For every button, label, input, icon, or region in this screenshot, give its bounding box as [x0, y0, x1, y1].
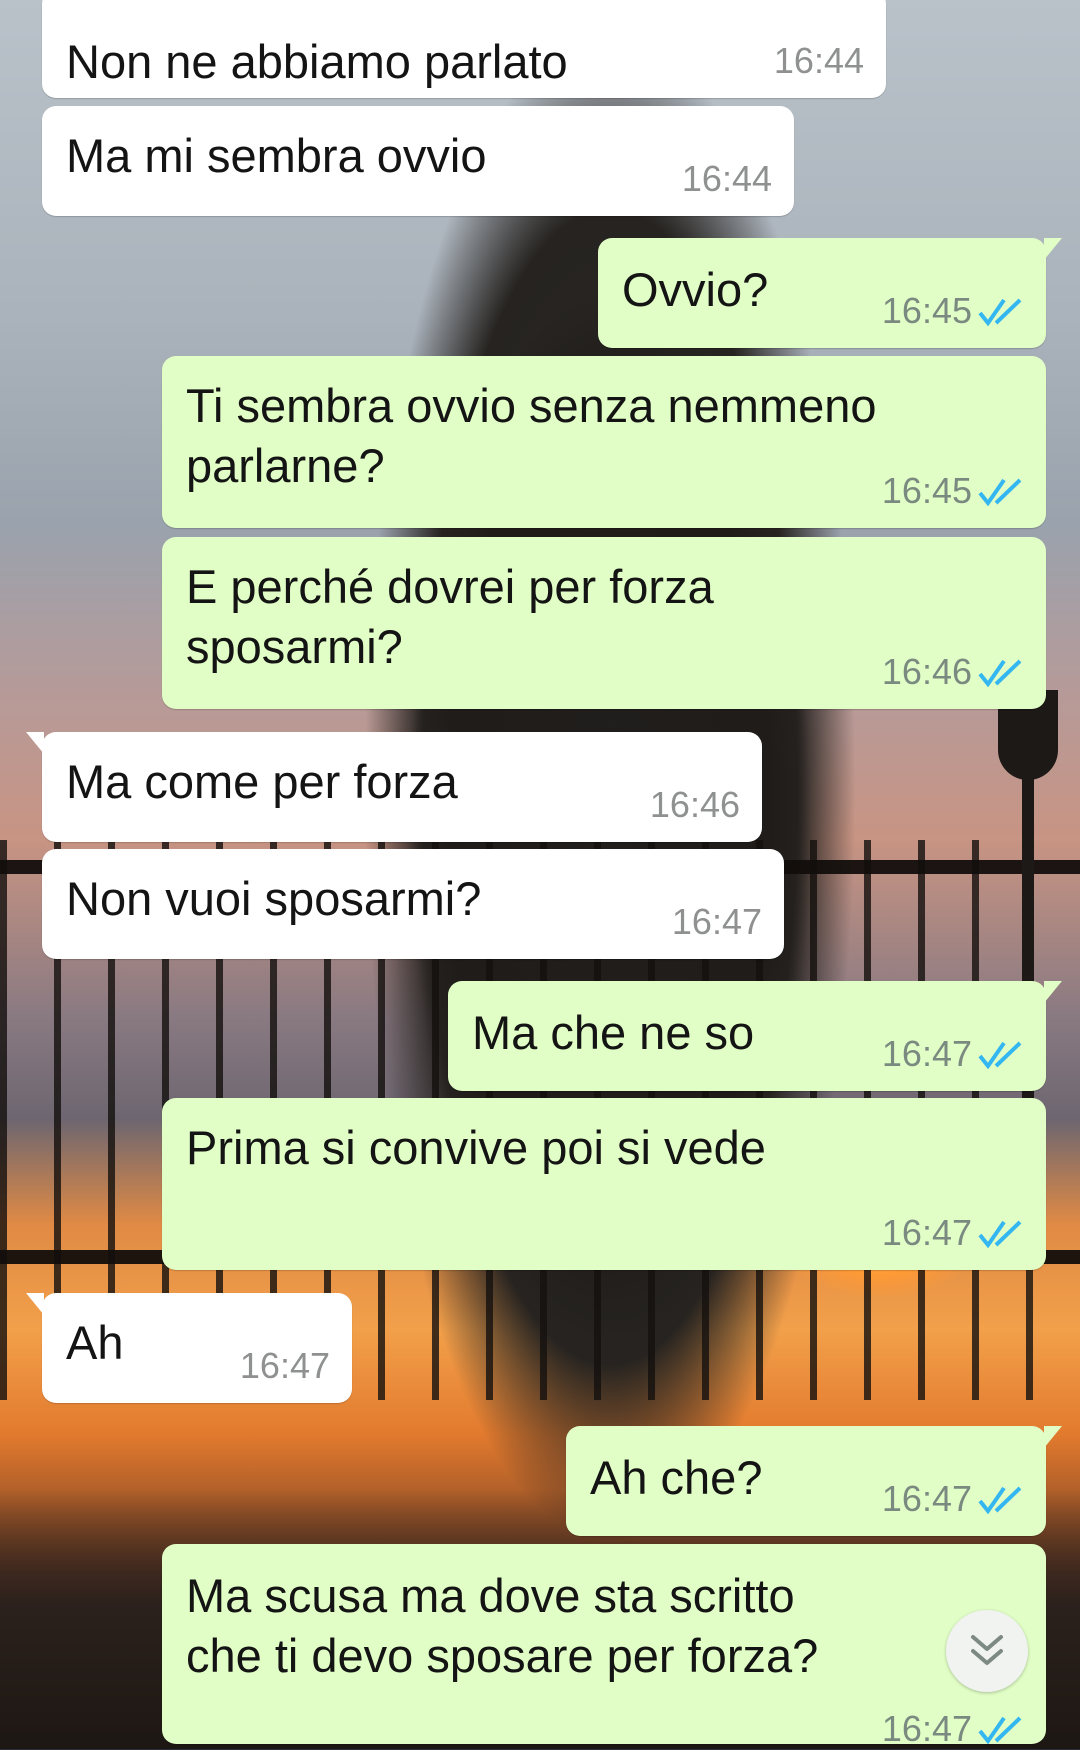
- chevron-double-down-icon: [971, 1635, 1003, 1665]
- message-outgoing[interactable]: Ovvio? 16:45: [598, 238, 1062, 348]
- message-incoming[interactable]: Ah 16:47: [26, 1293, 352, 1403]
- message-text: Ma che ne so: [472, 1006, 755, 1059]
- message-text: E perché dovrei per forza sposarmi?: [186, 560, 714, 673]
- message-time: 16:47: [881, 1708, 972, 1749]
- message-meta: 16:47: [240, 1345, 330, 1387]
- message-meta: 16:47: [882, 1212, 1024, 1254]
- message-meta: 16:44: [682, 158, 772, 200]
- bubble-tail: [26, 1293, 44, 1315]
- message-time: 16:46: [881, 651, 972, 692]
- message-outgoing[interactable]: E perché dovrei per forza sposarmi? 16:4…: [162, 537, 1046, 709]
- message-time: 16:44: [681, 158, 772, 199]
- message-incoming[interactable]: Non vuoi sposarmi? 16:47: [42, 849, 784, 959]
- message-text: Ti sembra ovvio senza nemmeno parlarne?: [186, 379, 877, 492]
- message-meta: 16:46: [882, 651, 1024, 693]
- message-time: 16:44: [773, 40, 864, 81]
- message-time: 16:47: [881, 1478, 972, 1519]
- message-text: Prima si convive poi si vede: [186, 1121, 766, 1174]
- read-ticks-icon: [978, 1041, 1022, 1069]
- message-time: 16:47: [671, 901, 762, 942]
- message-outgoing[interactable]: Ah che? 16:47: [566, 1426, 1062, 1536]
- message-meta: 16:44: [774, 40, 864, 82]
- message-meta: 16:45: [882, 470, 1024, 512]
- message-meta: 16:47: [672, 901, 762, 943]
- scroll-to-bottom-button[interactable]: [946, 1610, 1028, 1692]
- read-ticks-icon: [978, 1220, 1022, 1248]
- message-meta: 16:47: [882, 1033, 1024, 1075]
- message-meta: 16:45: [882, 290, 1024, 332]
- message-time: 16:46: [649, 784, 740, 825]
- message-text: Ma come per forza: [66, 755, 458, 808]
- message-meta: 16:47: [882, 1478, 1024, 1520]
- message-outgoing[interactable]: Ti sembra ovvio senza nemmeno parlarne? …: [162, 356, 1046, 528]
- read-ticks-icon: [978, 1486, 1022, 1514]
- message-outgoing[interactable]: Prima si convive poi si vede 16:47: [162, 1098, 1046, 1270]
- message-text: Ma mi sembra ovvio: [66, 129, 487, 182]
- message-text: Non ne abbiamo parlato: [66, 35, 568, 88]
- bubble-tail: [1044, 238, 1062, 260]
- read-ticks-icon: [978, 659, 1022, 687]
- message-time: 16:45: [881, 470, 972, 511]
- read-ticks-icon: [978, 1716, 1022, 1744]
- message-text: Non vuoi sposarmi?: [66, 872, 482, 925]
- message-text: Ah: [66, 1316, 124, 1369]
- message-text: Ovvio?: [622, 263, 769, 316]
- message-incoming[interactable]: Ma mi sembra ovvio 16:44: [42, 106, 794, 216]
- message-meta: 16:47: [882, 1708, 1024, 1750]
- message-time: 16:45: [881, 290, 972, 331]
- read-ticks-icon: [978, 298, 1022, 326]
- message-time: 16:47: [881, 1212, 972, 1253]
- bubble-tail: [26, 732, 44, 754]
- message-text: Ah che?: [590, 1451, 763, 1504]
- message-text: Ma scusa ma dove sta scritto che ti devo…: [186, 1569, 819, 1682]
- message-incoming[interactable]: Ma come per forza 16:46: [26, 732, 762, 842]
- message-incoming[interactable]: Non ne abbiamo parlato 16:44: [42, 0, 886, 98]
- read-ticks-icon: [978, 478, 1022, 506]
- message-outgoing[interactable]: Ma scusa ma dove sta scritto che ti devo…: [162, 1544, 1046, 1749]
- message-time: 16:47: [881, 1033, 972, 1074]
- bubble-tail: [1044, 981, 1062, 1003]
- bubble-tail: [1044, 1426, 1062, 1448]
- message-outgoing[interactable]: Ma che ne so 16:47: [448, 981, 1062, 1091]
- message-time: 16:47: [239, 1345, 330, 1386]
- message-meta: 16:46: [650, 784, 740, 826]
